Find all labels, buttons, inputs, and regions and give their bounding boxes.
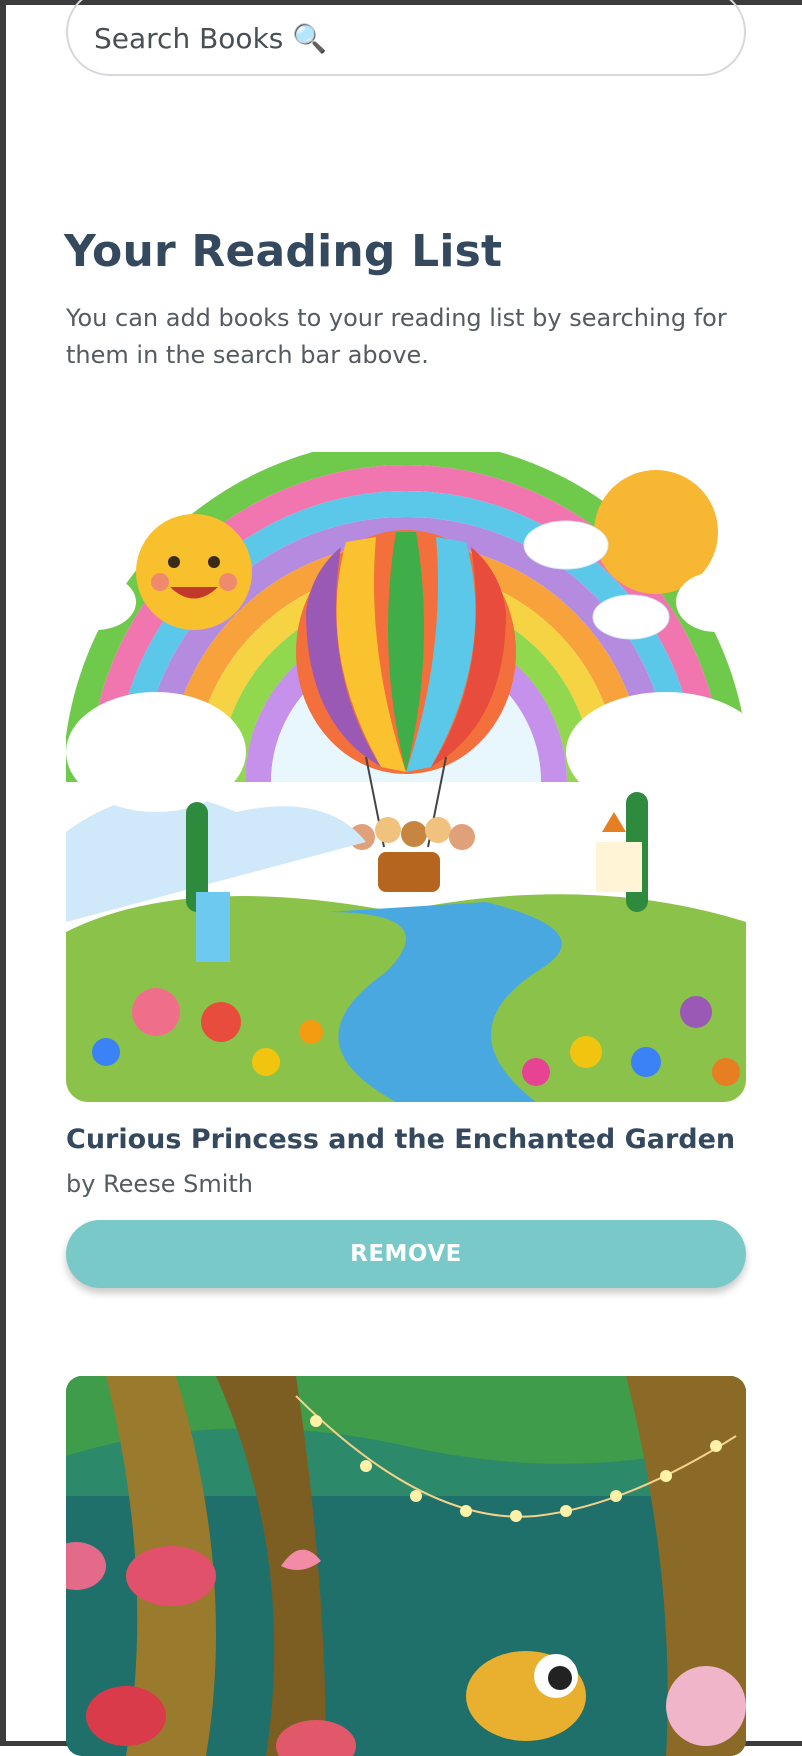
book-author: by Reese Smith (66, 1170, 253, 1198)
remove-button[interactable]: REMOVE (66, 1220, 746, 1288)
rainbow-balloon-illustration (66, 452, 746, 1102)
search-bar[interactable] (66, 0, 746, 76)
reading-list-intro: You can add books to your reading list b… (66, 304, 727, 369)
page-title: Your Reading List (64, 226, 503, 277)
window-frame-left (0, 0, 6, 1746)
book-cover-image[interactable] (66, 452, 746, 1102)
book-cover-image[interactable] (66, 1376, 746, 1756)
book-title[interactable]: Curious Princess and the Enchanted Garde… (66, 1124, 735, 1155)
search-input[interactable] (92, 20, 720, 56)
enchanted-forest-illustration (66, 1376, 746, 1756)
